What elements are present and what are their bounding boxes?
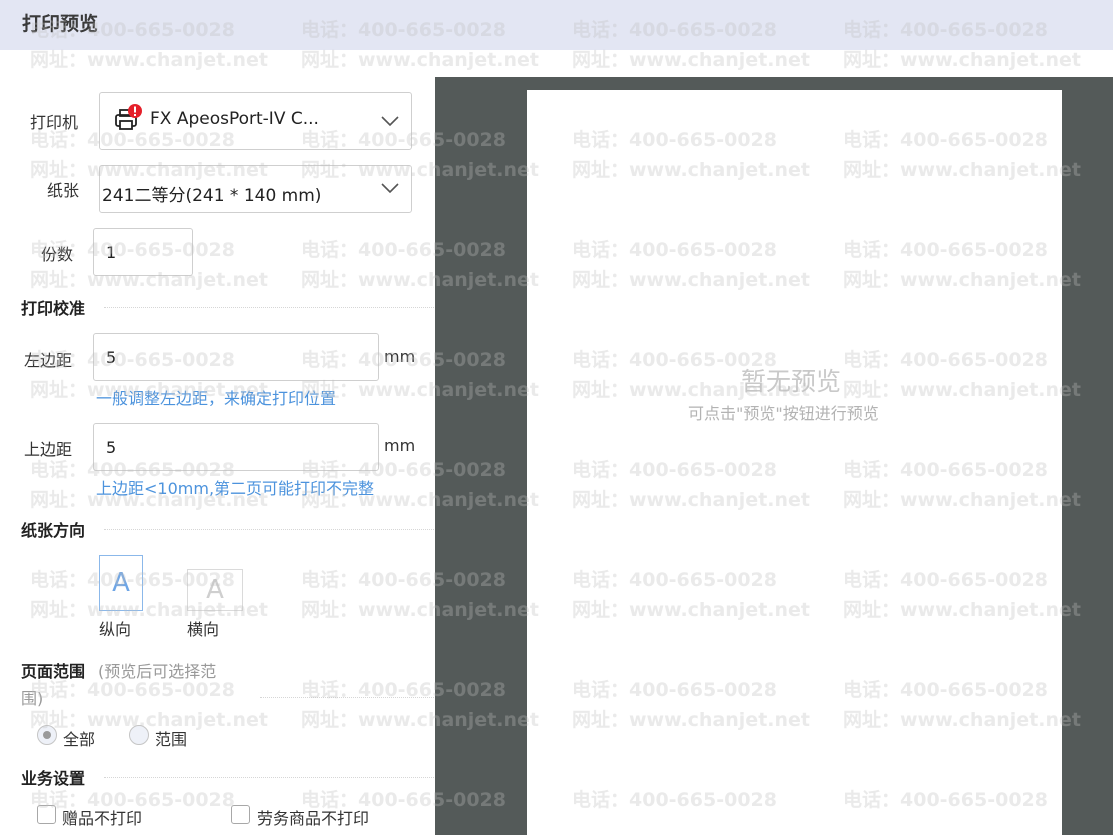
copies-input[interactable]: 1: [93, 228, 193, 276]
chevron-down-icon: [381, 183, 399, 194]
range-all-label: 全部: [63, 730, 96, 749]
divider: [260, 697, 434, 698]
left-margin-hint: 一般调整左边距，来确定打印位置: [96, 389, 337, 408]
skip-service-checkbox[interactable]: [231, 805, 250, 824]
watermark-site: 网址：www.chanjet.net: [572, 49, 810, 71]
copies-value: 1: [106, 243, 117, 262]
calibration-heading: 打印校准: [21, 299, 86, 318]
divider: [104, 529, 434, 530]
skip-gift-checkbox[interactable]: [37, 805, 56, 824]
watermark-site: 网址：www.chanjet.net: [843, 49, 1081, 71]
page-title: 打印预览: [22, 13, 99, 35]
page-range-heading: 页面范围: [21, 662, 86, 681]
landscape-label: 横向: [187, 620, 220, 639]
printer-value: FX ApeosPort-IV C...: [150, 109, 319, 129]
range-custom-label: 范围: [155, 730, 188, 749]
range-custom-radio[interactable]: [129, 725, 149, 745]
left-margin-input[interactable]: 5: [93, 333, 379, 381]
left-margin-unit: mm: [384, 347, 416, 366]
printer-warning-icon: [115, 104, 142, 130]
portrait-glyph: A: [112, 568, 130, 598]
chevron-down-icon: [381, 116, 399, 127]
page-range-note: (预览后可选择范: [98, 662, 217, 681]
landscape-glyph: A: [206, 575, 224, 605]
business-heading: 业务设置: [21, 769, 86, 788]
portrait-label: 纵向: [99, 620, 132, 639]
left-margin-value: 5: [106, 348, 117, 367]
top-margin-input[interactable]: 5: [93, 423, 379, 471]
landscape-option[interactable]: A: [187, 569, 243, 611]
range-all-radio[interactable]: [37, 725, 57, 745]
orientation-heading: 纸张方向: [21, 521, 86, 540]
divider: [104, 777, 434, 778]
top-margin-unit: mm: [384, 436, 416, 455]
copies-label: 份数: [41, 245, 74, 264]
top-margin-label: 上边距: [24, 440, 73, 459]
paper-label: 纸张: [47, 181, 80, 200]
paper-select[interactable]: 241二等分(241 * 140 mm): [99, 165, 412, 213]
top-margin-hint: 上边距<10mm,第二页可能打印不完整: [96, 479, 375, 498]
printer-label: 打印机: [30, 113, 79, 132]
top-margin-value: 5: [106, 438, 117, 457]
divider: [104, 307, 434, 308]
empty-preview-title: 暂无预览: [741, 367, 842, 396]
empty-preview-hint: 可点击"预览"按钮进行预览: [688, 404, 879, 423]
skip-service-label: 劳务商品不打印: [257, 809, 370, 828]
paper-value: 241二等分(241 * 140 mm): [102, 186, 322, 206]
left-margin-label: 左边距: [24, 351, 73, 370]
skip-gift-label: 赠品不打印: [62, 809, 143, 828]
title-bar: 打印预览: [0, 0, 1113, 50]
preview-paper: [527, 90, 1062, 835]
portrait-option[interactable]: A: [99, 555, 143, 611]
page-range-note-cont: 围): [21, 689, 44, 708]
